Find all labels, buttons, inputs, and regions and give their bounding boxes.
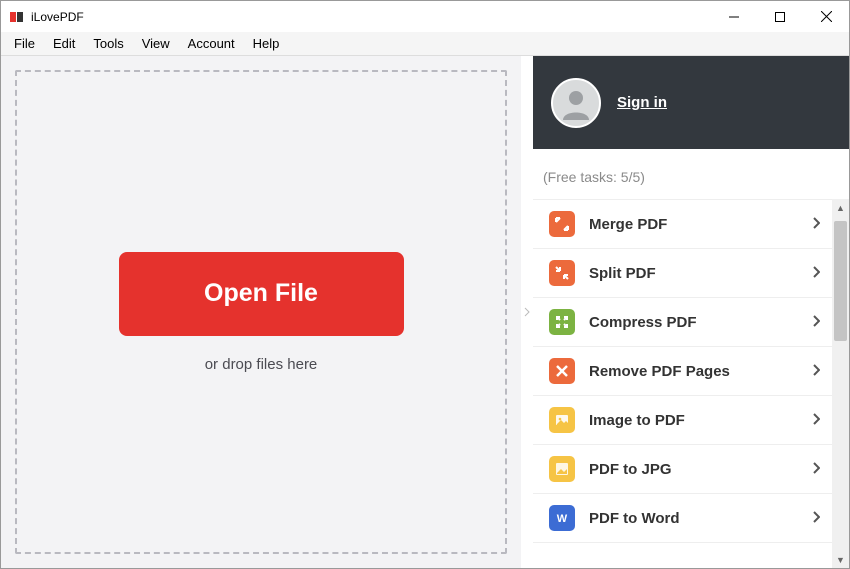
chevron-right-icon: [812, 364, 820, 379]
tool-remove[interactable]: Remove PDF Pages: [533, 347, 832, 396]
tool-label: Split PDF: [589, 265, 798, 282]
word-icon: W: [549, 505, 575, 531]
tool-label: Merge PDF: [589, 216, 798, 233]
svg-text:W: W: [557, 513, 568, 525]
close-button[interactable]: [803, 1, 849, 32]
tool-label: Compress PDF: [589, 314, 798, 331]
panel-collapse-handle[interactable]: [521, 56, 533, 568]
remove-icon: [549, 358, 575, 384]
app-window: iLovePDF File Edit Tools View Account He…: [0, 0, 850, 569]
compress-icon: [549, 309, 575, 335]
scroll-up-icon[interactable]: ▲: [832, 199, 849, 216]
tool-label: Image to PDF: [589, 412, 798, 429]
menu-tools[interactable]: Tools: [84, 34, 132, 53]
chevron-right-icon: [812, 217, 820, 232]
right-panel: Sign in (Free tasks: 5/5) Merge PDF Split…: [533, 56, 849, 568]
menu-account[interactable]: Account: [179, 34, 244, 53]
jpg-icon: [549, 456, 575, 482]
app-body: Open File or drop files here Sign in (Fr…: [1, 56, 849, 568]
maximize-button[interactable]: [757, 1, 803, 32]
quota-text: (Free tasks: 5/5): [533, 149, 849, 199]
chevron-right-icon: [812, 266, 820, 281]
tool-pdf2word[interactable]: W PDF to Word: [533, 494, 832, 543]
drop-zone[interactable]: Open File or drop files here: [15, 70, 507, 554]
minimize-button[interactable]: [711, 1, 757, 32]
merge-icon: [549, 211, 575, 237]
chevron-right-icon: [812, 315, 820, 330]
tool-merge[interactable]: Merge PDF: [533, 200, 832, 249]
signin-link[interactable]: Sign in: [617, 94, 667, 111]
drop-hint: or drop files here: [205, 356, 318, 373]
left-panel: Open File or drop files here: [1, 56, 521, 568]
chevron-right-icon: [812, 511, 820, 526]
vertical-scrollbar[interactable]: ▲ ▼: [832, 199, 849, 568]
tool-compress[interactable]: Compress PDF: [533, 298, 832, 347]
menu-help[interactable]: Help: [244, 34, 289, 53]
menubar: File Edit Tools View Account Help: [1, 32, 849, 56]
window-title: iLovePDF: [31, 10, 84, 24]
tool-img2pdf[interactable]: Image to PDF: [533, 396, 832, 445]
menu-edit[interactable]: Edit: [44, 34, 84, 53]
scroll-down-icon[interactable]: ▼: [832, 551, 849, 568]
avatar-icon: [551, 78, 601, 128]
open-file-button[interactable]: Open File: [119, 252, 404, 336]
titlebar: iLovePDF: [1, 1, 849, 32]
tool-label: PDF to JPG: [589, 461, 798, 478]
menu-file[interactable]: File: [5, 34, 44, 53]
chevron-right-icon: [812, 413, 820, 428]
menu-view[interactable]: View: [133, 34, 179, 53]
scroll-thumb[interactable]: [834, 221, 847, 341]
tool-pdf2jpg[interactable]: PDF to JPG: [533, 445, 832, 494]
split-icon: [549, 260, 575, 286]
image-icon: [549, 407, 575, 433]
tool-label: PDF to Word: [589, 510, 798, 527]
tool-label: Remove PDF Pages: [589, 363, 798, 380]
tools-list: Merge PDF Split PDF Compress PDF Remove PDF…: [533, 199, 832, 568]
tool-split[interactable]: Split PDF: [533, 249, 832, 298]
chevron-right-icon: [812, 462, 820, 477]
signin-bar: Sign in: [533, 56, 849, 149]
app-logo-icon: [9, 9, 25, 25]
